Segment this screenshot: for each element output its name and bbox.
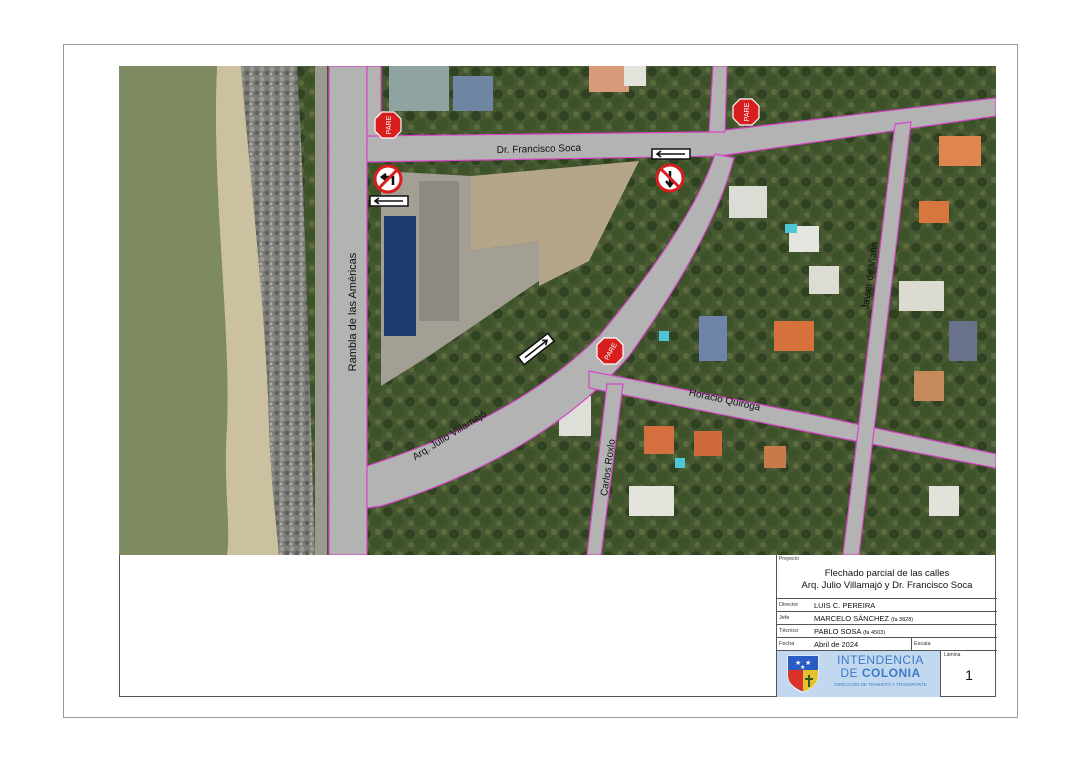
house bbox=[774, 321, 814, 351]
jefe-label: Jefe bbox=[779, 615, 790, 621]
house bbox=[919, 201, 949, 223]
house bbox=[699, 316, 727, 361]
escala-label: Escala bbox=[914, 641, 931, 647]
tecnico-row: Técnico PABLO SOSA (fa 4503) bbox=[777, 625, 997, 638]
one-way-arrow bbox=[651, 148, 691, 160]
project-label: Proyecto bbox=[779, 556, 799, 562]
stop-sign: PARE bbox=[374, 111, 402, 139]
lot bbox=[624, 66, 646, 86]
street-label-rambla: Rambla de las Américas bbox=[347, 252, 359, 371]
sea bbox=[119, 66, 229, 555]
jefe-note: (fa 3828) bbox=[891, 617, 914, 623]
building-roof bbox=[419, 181, 459, 321]
house bbox=[929, 486, 959, 516]
lot bbox=[453, 76, 493, 111]
org-department: DIRECCIÓN DE TRÁNSITO Y TRANSPORTE bbox=[834, 682, 927, 687]
org-name-emph: COLONIA bbox=[861, 666, 921, 680]
lamina-number: 1 bbox=[965, 667, 973, 683]
tecnico-label: Técnico bbox=[779, 628, 799, 634]
tecnico-note: (fa 4503) bbox=[863, 630, 886, 636]
tecnico-value: PABLO SOSA bbox=[814, 627, 861, 636]
project-cell: Proyecto Flechado parcial de las calles … bbox=[777, 555, 997, 599]
building-glass bbox=[384, 216, 416, 336]
fecha-row: Fecha Abril de 2024 Escala bbox=[777, 638, 997, 651]
jefe-row: Jefe MARCELO SÁNCHEZ (fa 3828) bbox=[777, 612, 997, 625]
lot bbox=[389, 66, 449, 111]
org-name-prefix: DE bbox=[840, 666, 862, 680]
director-label: Director bbox=[779, 602, 799, 608]
stop-sign-text: PARE bbox=[744, 102, 751, 121]
no-left-turn-sign bbox=[373, 164, 403, 194]
org-name-line1: INTENDENCIA bbox=[837, 653, 924, 667]
svg-text:★: ★ bbox=[805, 659, 811, 667]
stop-sign-text: PARE bbox=[386, 115, 393, 134]
house bbox=[629, 486, 674, 516]
org-logo-block: ★ ★ ★ INTENDENCIA DE COLONIA DIRECCIÓN D… bbox=[777, 651, 941, 697]
pool bbox=[785, 224, 797, 233]
project-title-line1: Flechado parcial de las calles bbox=[824, 568, 950, 579]
house bbox=[899, 281, 944, 311]
house bbox=[764, 446, 786, 468]
promenade bbox=[315, 66, 327, 555]
coat-of-arms-icon: ★ ★ ★ bbox=[787, 655, 819, 693]
no-straight-sign bbox=[655, 163, 685, 193]
director-row: Director LUIS C. PEREIRA bbox=[777, 599, 997, 612]
house bbox=[644, 426, 674, 454]
house bbox=[939, 136, 981, 166]
project-title-line2: Arq. Julio Villamajó y Dr. Francisco Soc… bbox=[801, 580, 973, 591]
pool bbox=[675, 458, 685, 468]
jefe-value: MARCELO SÁNCHEZ bbox=[814, 614, 890, 623]
pool bbox=[659, 331, 669, 341]
lamina-label: Lámina bbox=[944, 652, 961, 658]
aerial-map: Rambla de las Américas Dr. Francisco Soc… bbox=[119, 66, 996, 555]
house bbox=[694, 431, 722, 456]
one-way-arrow bbox=[369, 195, 409, 207]
stop-sign: PARE bbox=[596, 337, 624, 365]
stop-sign: PARE bbox=[732, 98, 760, 126]
house bbox=[809, 266, 839, 294]
house bbox=[729, 186, 767, 218]
house bbox=[914, 371, 944, 401]
street-label-soca: Dr. Francisco Soca bbox=[497, 143, 582, 156]
director-value: LUIS C. PEREIRA bbox=[814, 601, 876, 610]
house bbox=[949, 321, 977, 361]
lot bbox=[589, 66, 629, 92]
svg-text:★: ★ bbox=[800, 664, 805, 671]
lamina-cell: Lámina 1 bbox=[941, 651, 997, 697]
fecha-label: Fecha bbox=[779, 641, 795, 647]
title-block: Proyecto Flechado parcial de las calles … bbox=[776, 555, 997, 697]
fecha-value: Abril de 2024 bbox=[814, 640, 859, 649]
